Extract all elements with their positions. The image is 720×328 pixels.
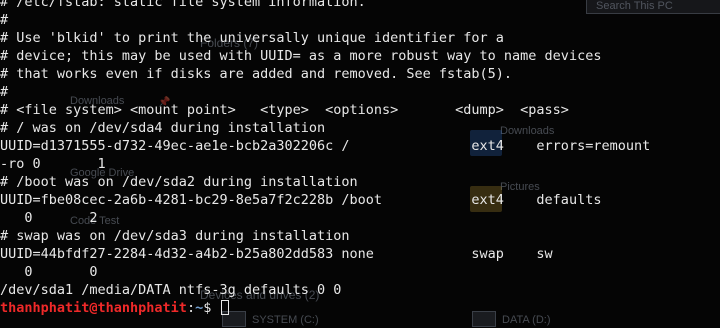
output-line: UUID=fbe08cec-2a6b-4281-bc29-8e5a7f2c228… [0, 192, 602, 208]
output-line: # [0, 84, 9, 100]
output-line: # / was on /dev/sda4 during installation [0, 120, 326, 136]
prompt-user-host: thanhphatit@thanhphatit [0, 300, 187, 316]
output-line: # /boot was on /dev/sda2 during installa… [0, 174, 358, 190]
output-line: -ro 0 1 [0, 156, 106, 172]
output-line: /dev/sda1 /media/DATA ntfs-3g defaults 0… [0, 282, 342, 298]
output-line: # <file system> <mount point> <type> <op… [0, 102, 569, 118]
output-line: # that works even if disks are added and… [0, 66, 513, 82]
output-line: # device; this may be used with UUID= as… [0, 48, 602, 64]
output-line: UUID=d1371555-d732-49ec-ae1e-bcb2a302206… [0, 138, 651, 154]
terminal-window[interactable]: Search This PC Folders (7) Downloads 📌 D… [0, 0, 720, 328]
output-line: UUID=44bfdf27-2284-4d32-a4b2-b25a802dd58… [0, 246, 553, 262]
output-line: # /etc/fstab: static file system informa… [0, 0, 366, 10]
prompt-symbol: $ [203, 300, 220, 316]
shell-prompt[interactable]: thanhphatit@thanhphatit:~$ [0, 299, 720, 317]
prompt-separator: : [186, 300, 196, 316]
output-line: 0 0 [0, 264, 98, 280]
prompt-path: ~ [195, 300, 204, 316]
output-line: # Use 'blkid' to print the universally u… [0, 30, 504, 46]
terminal-output: # /etc/fstab: static file system informa… [0, 0, 720, 317]
output-line: # swap was on /dev/sda3 during installat… [0, 228, 350, 244]
output-line: 0 2 [0, 210, 98, 226]
text-cursor[interactable] [221, 300, 230, 315]
output-line: # [0, 12, 9, 28]
